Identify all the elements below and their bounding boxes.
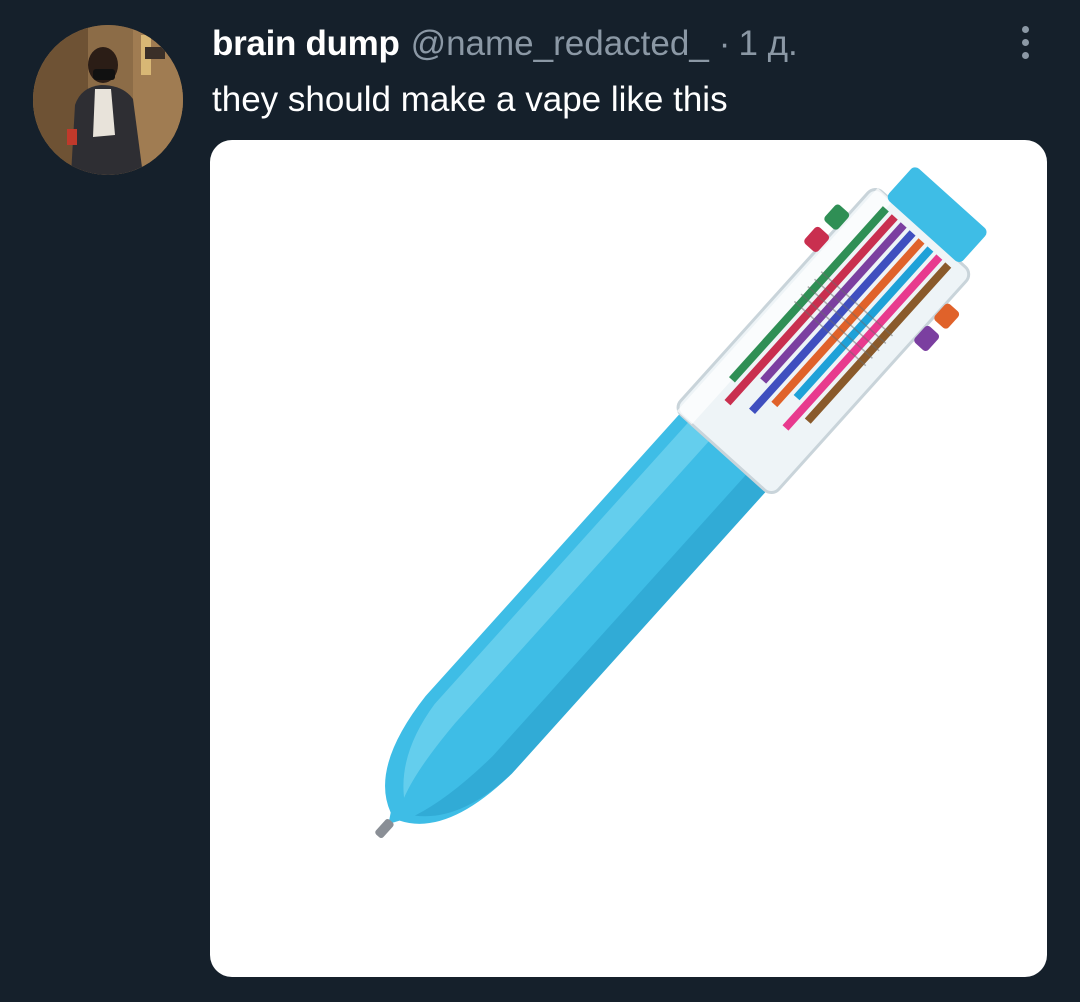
tweet-text: they should make a vape like this [212,80,728,119]
avatar[interactable] [33,25,183,175]
tweet: brain dump @name_redacted_ · 1 д. they s… [0,0,1080,1002]
more-options-icon[interactable] [1010,20,1040,64]
more-dot [1021,38,1029,46]
avatar-photo [33,25,183,175]
multicolor-pen-image [375,167,987,839]
header-separator: · [718,24,731,63]
tweet-header: brain dump @name_redacted_ · 1 д. [212,22,798,66]
more-dot [1021,51,1029,59]
timestamp[interactable]: 1 д. [738,22,797,66]
more-dot [1021,25,1029,33]
display-name[interactable]: brain dump [212,22,400,66]
tweet-media-image[interactable] [210,140,1047,977]
user-handle[interactable]: @name_redacted_ [411,22,709,66]
